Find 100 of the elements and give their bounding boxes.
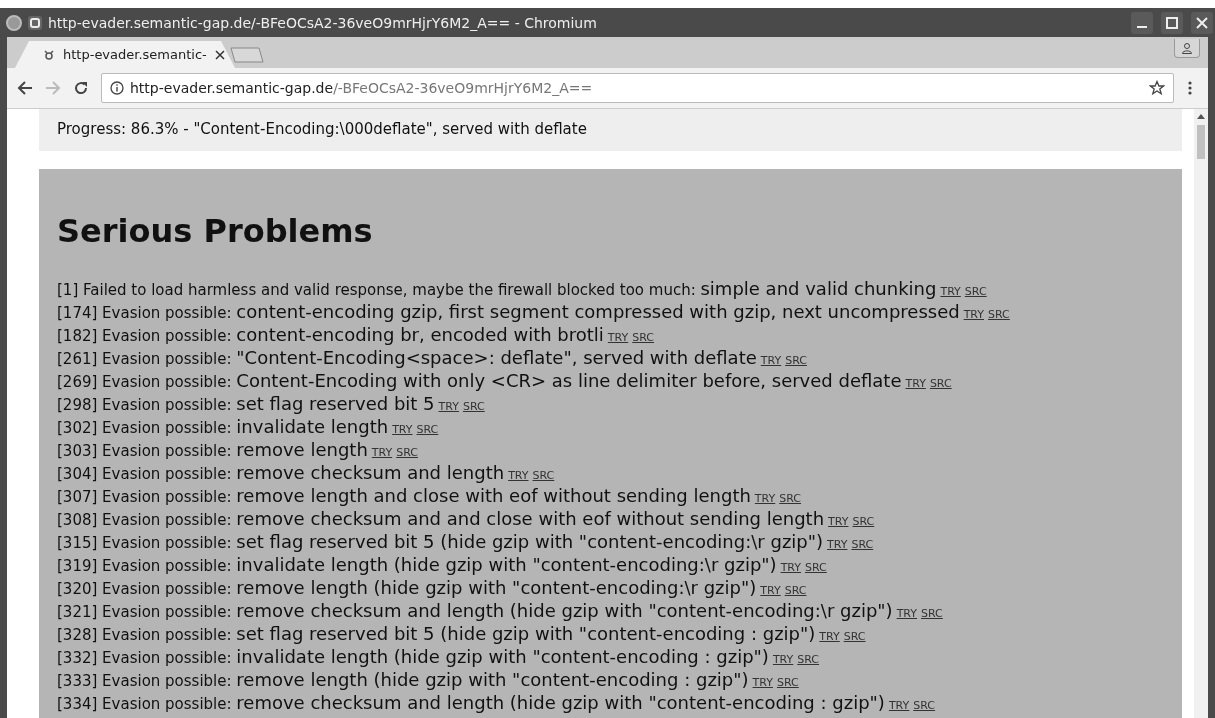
test-description: set flag reserved bit 5 (hide gzip with "content-encoding:\r gzip") (236, 531, 824, 552)
forward-arrow-icon (45, 80, 61, 96)
result-label: [320] Evasion possible: (57, 580, 232, 598)
result-label: [1] Failed to load harmless and valid response, maybe the firewall blocked too much: (57, 281, 696, 299)
address-field[interactable]: http-evader.semantic-gap.de/-BFeOCsA2-36veO9mrHjrY6M2_A== (101, 73, 1174, 103)
test-link[interactable]: TRY (888, 699, 910, 712)
result-label: [307] Evasion possible: (57, 488, 232, 506)
test-link[interactable]: TRY (760, 584, 781, 597)
test-link[interactable]: SRC (396, 446, 418, 459)
test-description: "Content-Encoding<space>: deflate", served with deflate (236, 347, 757, 368)
maximize-button[interactable] (1161, 11, 1183, 34)
result-label: [334] Evasion possible: (57, 695, 232, 713)
test-description: remove checksum and length (hide gzip with "content-encoding:\r gzip") (236, 600, 893, 621)
test-link[interactable]: SRC (929, 377, 952, 390)
test-link[interactable]: TRY (827, 538, 848, 551)
test-link[interactable]: TRY (828, 515, 849, 528)
result-label: [269] Evasion possible: (57, 373, 232, 391)
minimize-icon (1137, 25, 1147, 28)
test-link[interactable]: TRY (392, 423, 413, 436)
test-link[interactable]: SRC (785, 354, 807, 367)
result-label: [321] Evasion possible: (57, 603, 232, 621)
result-label: [319] Evasion possible: (57, 557, 232, 575)
test-link[interactable]: SRC (532, 469, 555, 482)
test-link[interactable]: SRC (416, 423, 439, 436)
test-link[interactable]: SRC (964, 285, 987, 298)
test-link[interactable]: TRY (752, 676, 773, 689)
minimize-button[interactable] (1131, 11, 1153, 34)
close-tab-icon[interactable] (215, 49, 225, 60)
browser-logo-icon (6, 14, 22, 31)
test-link[interactable]: TRY (772, 653, 794, 666)
browser-tab[interactable]: http-evader.semantic- (15, 41, 235, 68)
result-label: [298] Evasion possible: (57, 396, 232, 414)
test-description: invalidate length (hide gzip with "content-encoding:\r gzip") (236, 554, 777, 575)
test-link[interactable]: TRY (896, 607, 917, 620)
info-icon[interactable] (110, 81, 124, 95)
result-label: [333] Evasion possible: (57, 672, 232, 690)
profile-button[interactable] (1174, 39, 1200, 58)
test-link[interactable]: SRC (797, 653, 820, 666)
test-link[interactable]: TRY (607, 331, 629, 344)
test-link[interactable]: SRC (851, 538, 874, 551)
test-link[interactable]: TRY (940, 285, 961, 298)
reload-icon (73, 80, 89, 96)
test-link[interactable]: TRY (819, 630, 840, 643)
test-link[interactable]: SRC (776, 676, 799, 689)
back-arrow-icon (17, 80, 33, 96)
result-label: [182] Evasion possible: (57, 327, 232, 345)
section-heading: Serious Problems (57, 211, 374, 251)
result-label: [308] Evasion possible: (57, 511, 232, 529)
test-link[interactable]: TRY (760, 354, 782, 367)
test-link[interactable]: SRC (913, 699, 936, 712)
scrollbar-thumb[interactable] (1197, 125, 1205, 159)
test-link[interactable]: TRY (905, 377, 926, 390)
close-button[interactable] (1191, 11, 1213, 34)
test-description: remove checksum and and close with eof without sending length (236, 508, 825, 529)
close-icon (1196, 16, 1208, 29)
test-link[interactable]: TRY (754, 492, 776, 505)
result-label: [261] Evasion possible: (57, 350, 232, 368)
page-icon (43, 48, 55, 61)
result-label: [304] Evasion possible: (57, 465, 232, 483)
test-description: remove checksum and length (236, 462, 505, 483)
test-description: remove length (hide gzip with "content-encoding:\r gzip") (236, 577, 757, 598)
test-link[interactable]: TRY (371, 446, 393, 459)
test-link[interactable]: SRC (784, 584, 807, 597)
test-description: remove checksum and length (hide gzip with "content-encoding : gzip") (236, 692, 885, 713)
result-label: [302] Evasion possible: (57, 419, 232, 437)
window-menu-icon[interactable] (28, 15, 42, 30)
test-link[interactable]: SRC (988, 308, 1010, 321)
test-description: invalidate length (hide gzip with "content-encoding : gzip") (236, 646, 769, 667)
test-description: set flag reserved bit 5 (236, 393, 435, 414)
test-link[interactable]: SRC (805, 561, 827, 574)
test-description: remove length (236, 439, 368, 460)
result-label: [332] Evasion possible: (57, 649, 232, 667)
test-link[interactable]: SRC (852, 515, 875, 528)
test-description: remove length and close with eof without sending length (236, 485, 751, 506)
result-label: [328] Evasion possible: (57, 626, 232, 644)
maximize-icon (1166, 16, 1178, 29)
test-description: set flag reserved bit 5 (hide gzip with "content-encoding : gzip") (236, 623, 816, 644)
result-label: [174] Evasion possible: (57, 304, 232, 322)
progress-text: Progress: 86.3% - "Content-Encoding:\000deflate", served with deflate (39, 109, 1182, 151)
scroll-up-icon[interactable] (1197, 113, 1205, 119)
test-link[interactable]: SRC (779, 492, 801, 505)
test-link[interactable]: TRY (780, 561, 801, 574)
test-description: content-encoding gzip, first segment compressed with gzip, next uncompressed (236, 301, 960, 322)
test-link[interactable]: TRY (508, 469, 529, 482)
window-title: http-evader.semantic-gap.de/-BFeOCsA2-36veO9mrHjrY6M2_A== - Chromium (48, 14, 598, 31)
test-description: Content-Encoding with only <CR> as line delimiter before, served deflate (236, 370, 902, 391)
result-label: [315] Evasion possible: (57, 534, 232, 552)
test-link[interactable]: SRC (462, 400, 485, 413)
test-description: invalidate length (236, 416, 389, 437)
test-link[interactable]: TRY (438, 400, 459, 413)
test-description: simple and valid chunking (700, 278, 937, 299)
test-link[interactable]: SRC (632, 331, 654, 344)
test-link[interactable]: SRC (921, 607, 943, 620)
test-link[interactable]: TRY (963, 308, 985, 321)
result-label: [303] Evasion possible: (57, 442, 232, 460)
test-link[interactable]: SRC (843, 630, 866, 643)
scrollbar[interactable] (1194, 109, 1208, 718)
bookmark-star-icon[interactable] (1149, 80, 1165, 96)
person-icon (1181, 42, 1193, 54)
test-description: content-encoding br, encoded with brotli (236, 324, 604, 345)
